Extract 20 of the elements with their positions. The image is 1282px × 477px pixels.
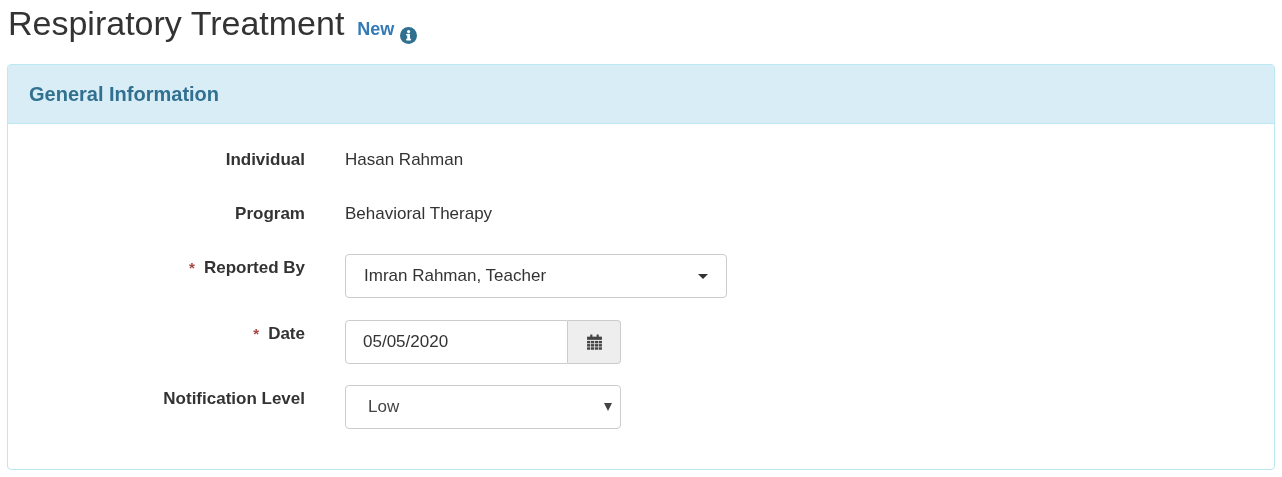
caret-icon (604, 403, 612, 411)
field-label: Date (268, 324, 305, 343)
page-title: Respiratory Treatment (8, 4, 345, 43)
field-label: Notification Level (163, 389, 305, 408)
field-label: Program (235, 204, 305, 223)
info-icon[interactable] (400, 26, 418, 44)
calendar-button[interactable] (568, 320, 621, 364)
panel-title: General Information (29, 82, 220, 106)
calendar-icon (585, 333, 603, 351)
caret-icon (698, 273, 708, 279)
reported-by-dropdown[interactable]: Imran Rahman, Teacher (345, 254, 727, 298)
required-mark: * (253, 325, 260, 342)
status-label: New (357, 19, 395, 40)
required-mark: * (189, 259, 195, 276)
field-label: Reported By (203, 258, 305, 277)
field-label: Individual (225, 150, 305, 169)
notification-level-select[interactable]: Low (345, 385, 621, 429)
date-field[interactable]: 05/05/2020 (345, 320, 568, 364)
field-value: Hasan Rahman (345, 149, 464, 170)
field-value: Behavioral Therapy (345, 203, 493, 224)
